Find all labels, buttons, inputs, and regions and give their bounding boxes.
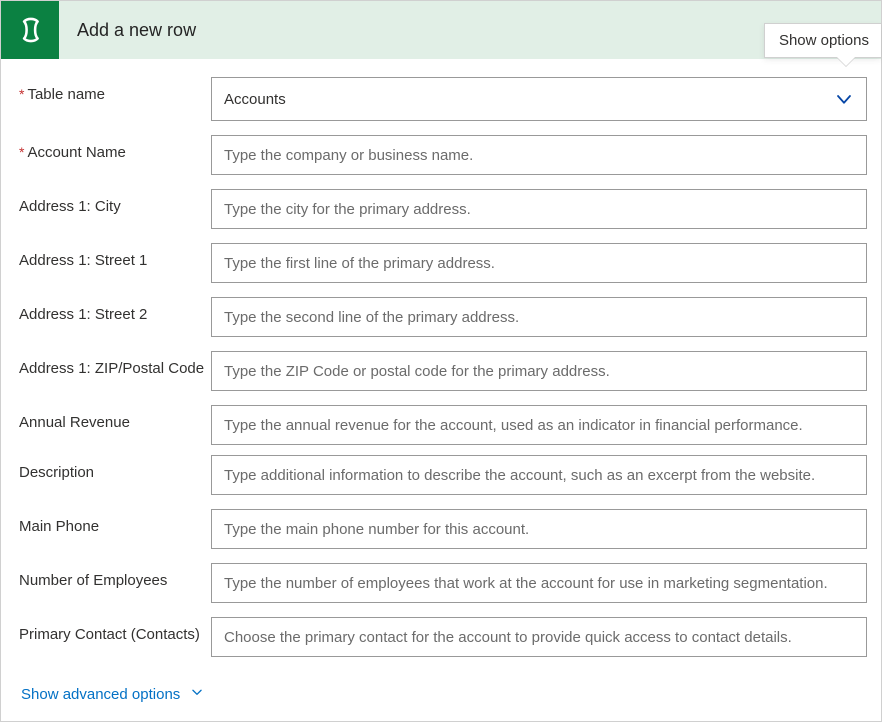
label-account-name: Account Name [19,135,211,163]
description-input[interactable] [211,455,867,495]
field-account-name: Account Name [19,135,867,175]
label-zip: Address 1: ZIP/Postal Code [19,351,211,379]
main-phone-input[interactable] [211,509,867,549]
field-zip: Address 1: ZIP/Postal Code [19,351,867,391]
table-name-value: Accounts [224,91,286,108]
advanced-options-label: Show advanced options [21,686,180,703]
label-street1: Address 1: Street 1 [19,243,211,271]
show-advanced-options-link[interactable]: Show advanced options [21,685,204,703]
label-street2: Address 1: Street 2 [19,297,211,325]
label-city: Address 1: City [19,189,211,217]
field-street1: Address 1: Street 1 [19,243,867,283]
zip-input[interactable] [211,351,867,391]
label-primary-contact: Primary Contact (Contacts) [19,617,211,645]
label-main-phone: Main Phone [19,509,211,537]
street1-input[interactable] [211,243,867,283]
field-city: Address 1: City [19,189,867,229]
dataverse-app-icon [1,1,59,59]
field-annual-revenue: Annual Revenue [19,405,867,445]
form-area: Table name Accounts Account Name Address… [1,59,881,715]
field-table-name: Table name Accounts [19,77,867,121]
field-street2: Address 1: Street 2 [19,297,867,337]
annual-revenue-input[interactable] [211,405,867,445]
label-table-name: Table name [19,77,211,105]
city-input[interactable] [211,189,867,229]
label-description: Description [19,455,211,483]
field-description: Description [19,455,867,495]
page-title: Add a new row [77,20,196,41]
account-name-input[interactable] [211,135,867,175]
label-annual-revenue: Annual Revenue [19,405,211,433]
field-employees: Number of Employees [19,563,867,603]
field-primary-contact: Primary Contact (Contacts) [19,617,867,657]
primary-contact-input[interactable] [211,617,867,657]
show-options-button[interactable]: Show options [764,23,881,58]
field-main-phone: Main Phone [19,509,867,549]
street2-input[interactable] [211,297,867,337]
table-name-select[interactable]: Accounts [211,77,867,121]
chevron-down-icon [190,685,204,703]
employees-input[interactable] [211,563,867,603]
label-employees: Number of Employees [19,563,211,591]
header-bar: Add a new row Show options [1,1,881,59]
